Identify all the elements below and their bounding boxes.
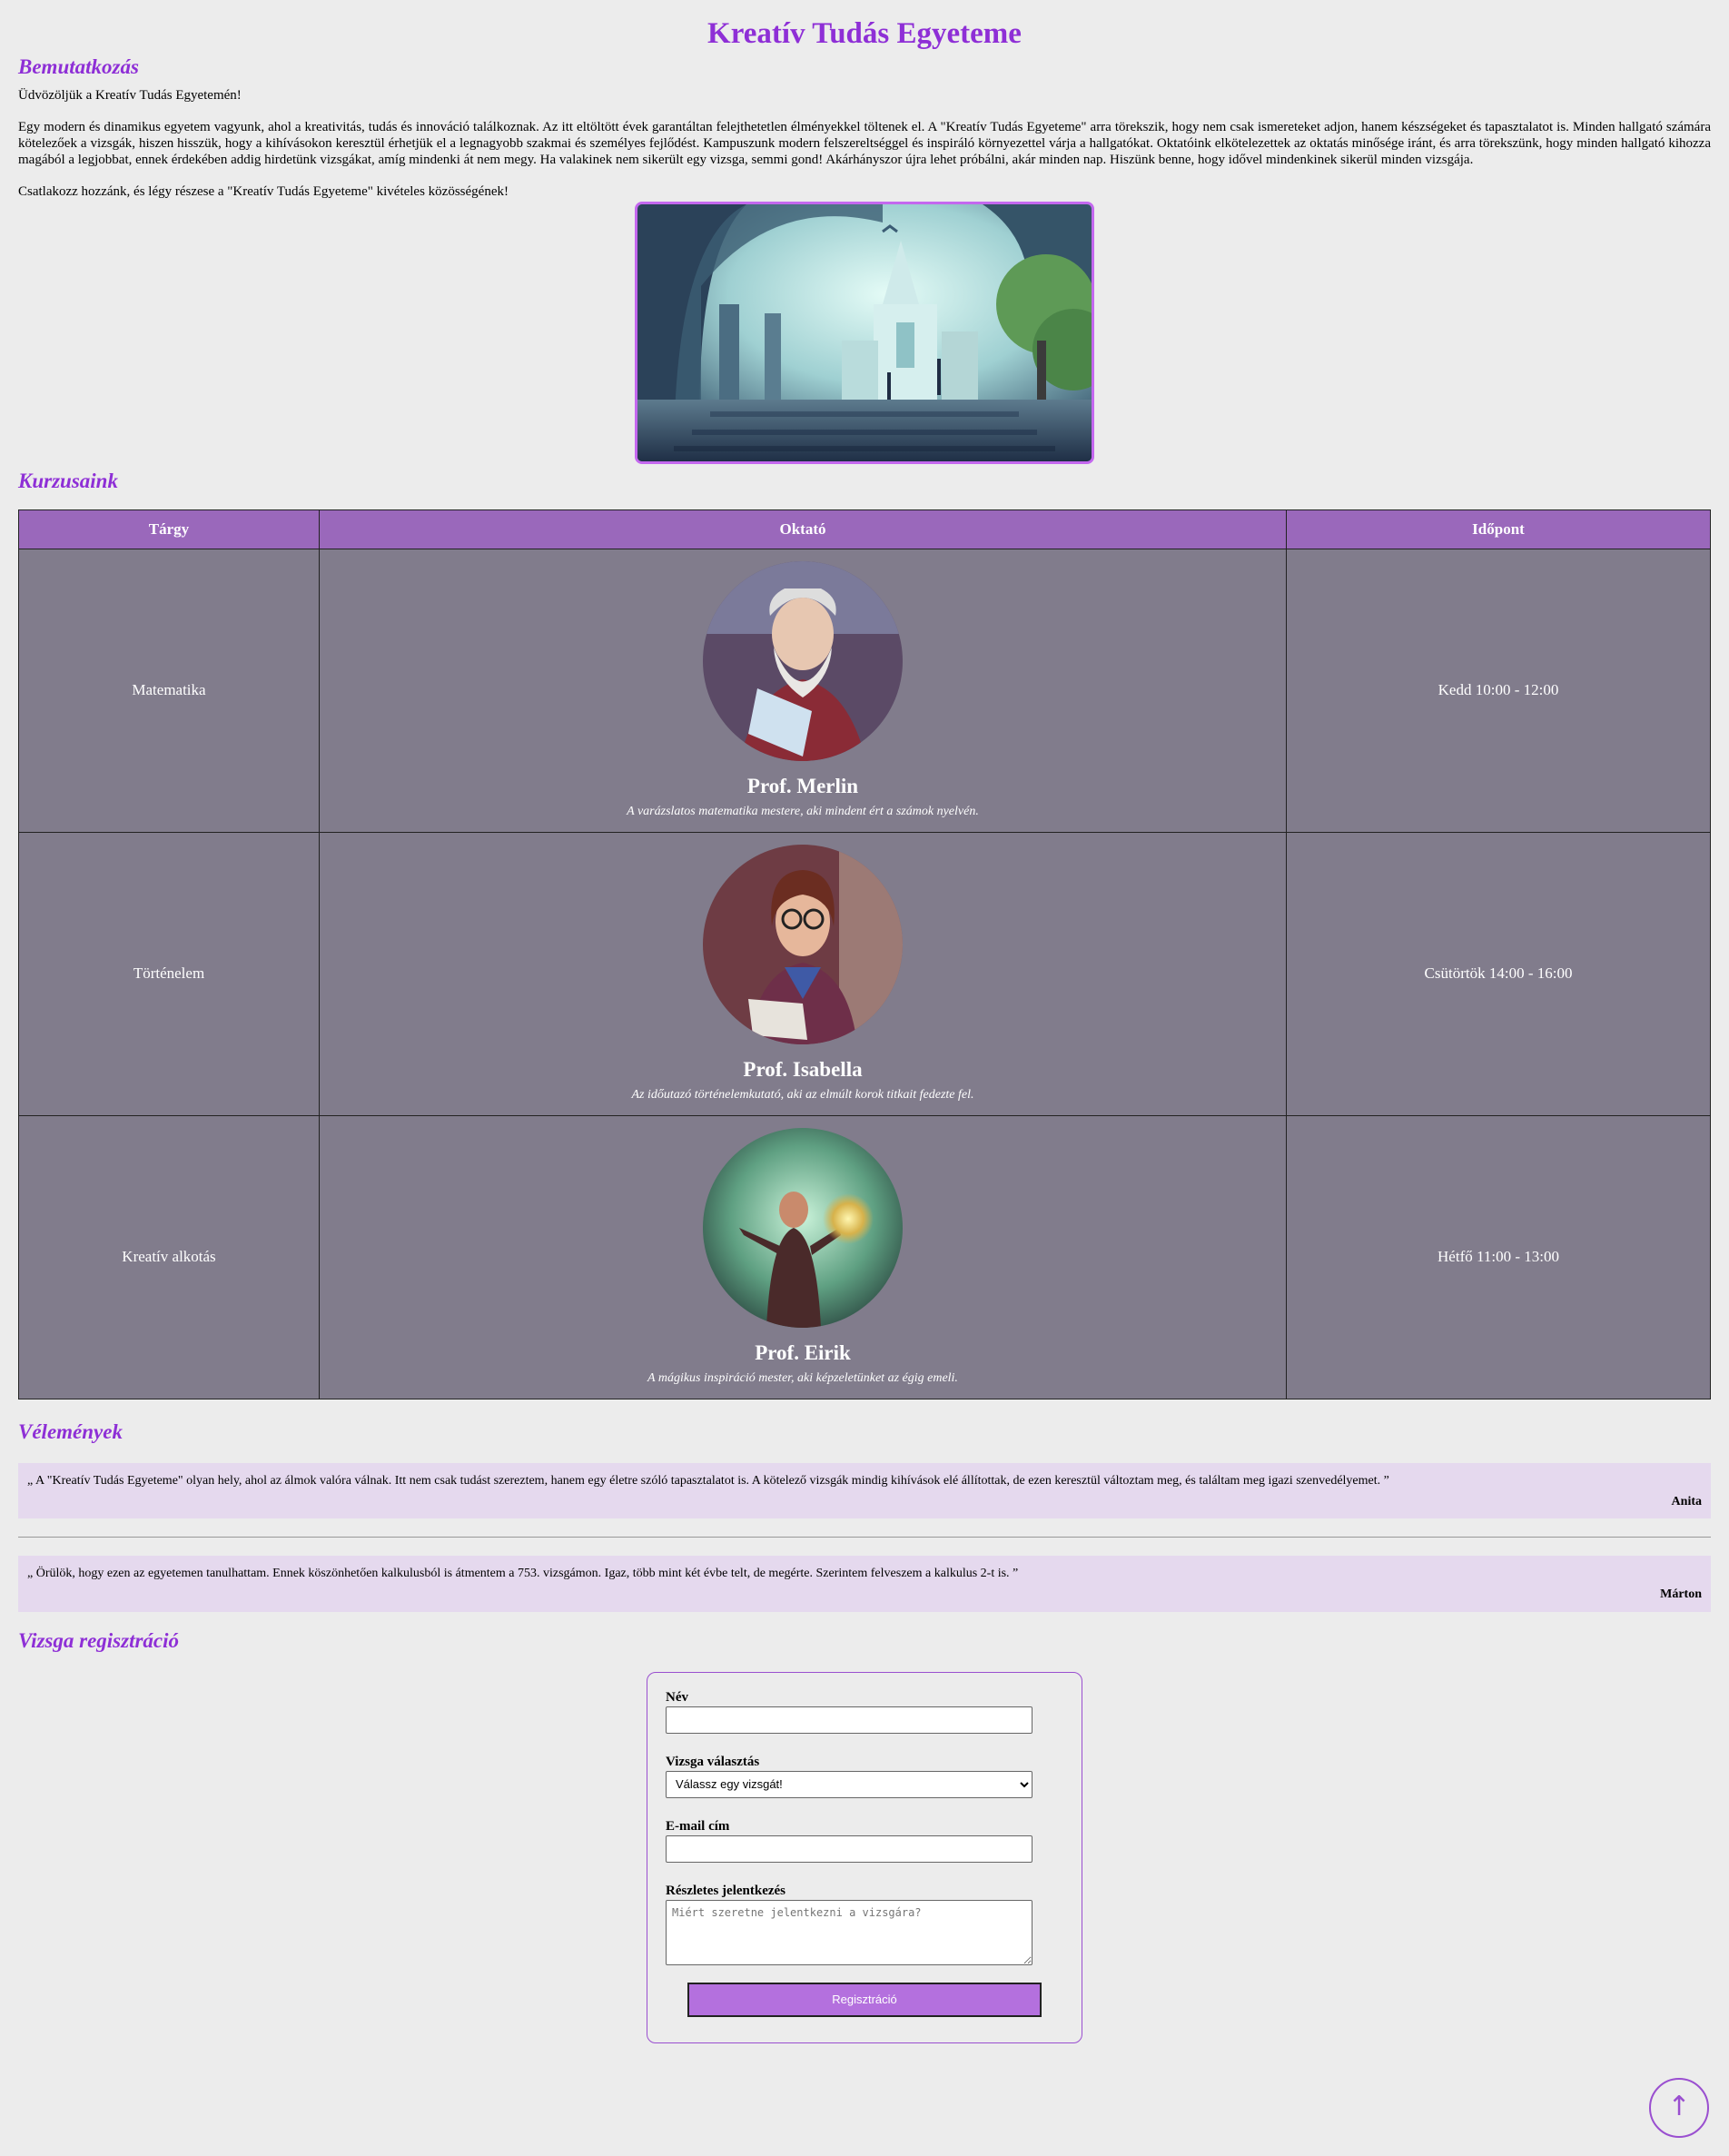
course-time: Csütörtök 14:00 - 16:00 xyxy=(1286,832,1711,1117)
courses-table: Tárgy Oktató Időpont Matematika Prof. Me… xyxy=(18,509,1711,1400)
intro-paragraph: Egy modern és dinamikus egyetem vagyunk,… xyxy=(18,119,1711,167)
details-label: Részletes jelentkezés xyxy=(666,1883,786,1898)
course-subject: Kreatív alkotás xyxy=(18,1115,320,1400)
registration-form: Név Vizsga választás Válassz egy vizsgát… xyxy=(647,1671,1082,2043)
course-time: Kedd 10:00 - 12:00 xyxy=(1286,549,1711,834)
teacher-name: Prof. Eirik xyxy=(755,1341,851,1365)
back-to-top-button[interactable]: ↑ xyxy=(1649,2078,1709,2138)
teacher-name: Prof. Merlin xyxy=(746,775,859,798)
email-input[interactable] xyxy=(666,1835,1032,1863)
page-title: Kreatív Tudás Egyeteme xyxy=(707,17,1022,50)
intro-join: Csatlakozz hozzánk, és légy részese a "K… xyxy=(18,183,509,199)
name-input[interactable] xyxy=(666,1706,1032,1734)
teacher-portrait xyxy=(703,845,903,1045)
review-text: „ A "Kreatív Tudás Egyeteme" olyan hely,… xyxy=(27,1473,1389,1488)
intro-welcome: Üdvözöljük a Kreatív Tudás Egyetemén! xyxy=(18,87,242,103)
teacher-cell: Prof. Merlin A varázslatos matematika me… xyxy=(319,549,1287,834)
registration-heading: Vizsga regisztráció xyxy=(18,1628,180,1652)
course-time: Hétfő 11:00 - 13:00 xyxy=(1286,1115,1711,1400)
campus-image xyxy=(635,201,1094,464)
teacher-name: Prof. Isabella xyxy=(743,1058,863,1082)
course-subject: Matematika xyxy=(18,549,320,834)
register-button[interactable]: Regisztráció xyxy=(687,1982,1042,2017)
column-header-teacher: Oktató xyxy=(319,509,1287,550)
review-author: Anita xyxy=(1671,1494,1702,1508)
arrow-up-icon: ↑ xyxy=(1667,2091,1691,2122)
email-label: E-mail cím xyxy=(666,1818,730,1834)
column-header-time: Időpont xyxy=(1286,509,1711,550)
details-textarea[interactable] xyxy=(666,1899,1032,1965)
table-row: Kreatív alkotás Prof. Eirik A mágikus in… xyxy=(18,1115,1711,1400)
teacher-description: Az időutazó történelemkutató, aki az elm… xyxy=(631,1088,974,1103)
divider xyxy=(18,1537,1711,1538)
course-subject: Történelem xyxy=(18,832,320,1117)
table-row: Matematika Prof. Merlin A varázslatos ma… xyxy=(18,549,1711,834)
exam-select[interactable]: Válassz egy vizsgát! xyxy=(666,1770,1032,1798)
teacher-cell: Prof. Eirik A mágikus inspiráció mester,… xyxy=(319,1115,1287,1400)
teacher-description: A varázslatos matematika mestere, aki mi… xyxy=(627,805,979,819)
teacher-cell: Prof. Isabella Az időutazó történelemkut… xyxy=(319,832,1287,1117)
exam-label: Vizsga választás xyxy=(666,1754,760,1769)
teacher-portrait xyxy=(703,561,903,762)
teacher-description: A mágikus inspiráció mester, aki képzele… xyxy=(647,1371,958,1386)
courses-heading: Kurzusaink xyxy=(18,469,118,492)
review-card: „ Örülök, hogy ezen az egyetemen tanulha… xyxy=(18,1556,1711,1612)
intro-heading: Bemutatkozás xyxy=(18,55,139,78)
table-header-row: Tárgy Oktató Időpont xyxy=(18,509,1711,550)
review-text: „ Örülök, hogy ezen az egyetemen tanulha… xyxy=(27,1567,1019,1581)
table-row: Történelem Prof. Isabella Az időutazó tö… xyxy=(18,832,1711,1117)
review-card: „ A "Kreatív Tudás Egyeteme" olyan hely,… xyxy=(18,1462,1711,1519)
teacher-portrait xyxy=(703,1128,903,1329)
reviews-heading: Vélemények xyxy=(18,1420,123,1444)
column-header-subject: Tárgy xyxy=(18,509,320,550)
name-label: Név xyxy=(666,1689,688,1705)
review-author: Márton xyxy=(1660,1587,1702,1602)
